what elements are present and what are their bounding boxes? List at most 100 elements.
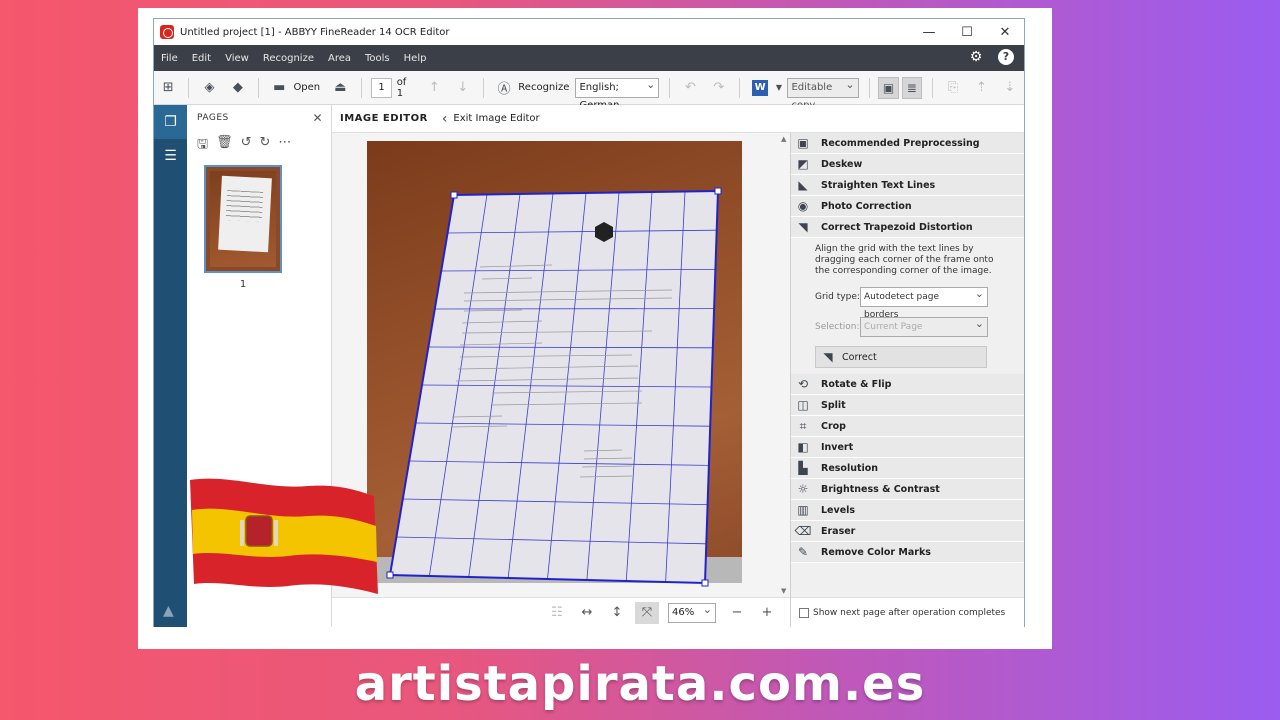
- image-editor-header: IMAGE EDITOR ‹ Exit Image Editor: [332, 105, 1024, 133]
- tool-recommended-preprocessing[interactable]: ▣ Recommended Preprocessing: [791, 133, 1024, 154]
- tool-label: Crop: [821, 420, 846, 432]
- corner-handle-top-left[interactable]: [450, 191, 458, 199]
- toolbar-divider: [482, 77, 484, 98]
- tool-levels[interactable]: ▥ Levels: [791, 500, 1024, 521]
- list-view-icon[interactable]: ☰: [154, 139, 187, 173]
- chevron-down-icon[interactable]: ▼: [774, 79, 783, 97]
- zoom-select[interactable]: 46%: [668, 601, 716, 623]
- maximize-button[interactable]: ☐: [948, 19, 986, 45]
- tool-label: Eraser: [821, 525, 856, 537]
- exit-image-editor-link[interactable]: Exit Image Editor: [453, 113, 539, 124]
- fit-width-icon[interactable]: ↔: [575, 605, 599, 620]
- menu-help[interactable]: Help: [397, 53, 434, 64]
- chevron-left-icon[interactable]: ‹: [442, 111, 448, 127]
- tool-eraser[interactable]: ⌫ Eraser: [791, 521, 1024, 542]
- toolbar-divider: [258, 77, 260, 98]
- fit-height-icon[interactable]: ↕: [605, 605, 629, 620]
- show-next-page-checkbox[interactable]: [799, 607, 809, 618]
- scroll-up-icon[interactable]: ▲: [781, 135, 786, 143]
- tool-crop[interactable]: ⌗ Crop: [791, 416, 1024, 437]
- rotate-left-icon[interactable]: ↺: [241, 135, 252, 157]
- image-view-icon[interactable]: ▣: [878, 76, 899, 99]
- output-mode-select[interactable]: Editable copy: [787, 76, 859, 111]
- tool-label: Rotate & Flip: [821, 378, 892, 390]
- tool-label: Invert: [821, 441, 854, 453]
- tool-rotate-flip[interactable]: ⟲ Rotate & Flip: [791, 374, 1024, 395]
- crop-icon: ⌗: [799, 418, 807, 433]
- language-select[interactable]: English; German: [575, 76, 660, 111]
- invert-icon: ◧: [797, 440, 809, 454]
- recognize-button[interactable]: Recognize: [518, 82, 569, 93]
- add-pages-icon[interactable]: ◈: [201, 79, 217, 97]
- minimize-button[interactable]: —: [910, 19, 948, 45]
- corner-handle-top-right[interactable]: [714, 187, 722, 195]
- trash-icon[interactable]: 🗑: [216, 135, 233, 157]
- menu-area[interactable]: Area: [321, 53, 358, 64]
- tool-deskew[interactable]: ◩ Deskew: [791, 154, 1024, 175]
- image-canvas[interactable]: [332, 133, 790, 597]
- arrow-up-icon[interactable]: ↑: [426, 79, 442, 97]
- redo-icon[interactable]: ↷: [711, 79, 727, 97]
- page-up-icon[interactable]: ⇡: [973, 79, 989, 97]
- fit-page-icon[interactable]: ⤧: [635, 601, 659, 624]
- text-view-icon[interactable]: ≣: [901, 76, 922, 99]
- scan-icon[interactable]: ⏏: [332, 79, 348, 97]
- menu-bar: File Edit View Recognize Area Tools Help…: [154, 45, 1024, 71]
- menu-file[interactable]: File: [154, 53, 185, 64]
- tool-invert[interactable]: ◧ Invert: [791, 437, 1024, 458]
- corner-handle-bottom-left[interactable]: [386, 571, 394, 579]
- arrow-down-icon[interactable]: ↓: [455, 79, 471, 97]
- close-icon[interactable]: ✕: [312, 111, 323, 125]
- undo-icon[interactable]: ↶: [682, 79, 698, 97]
- tool-straighten-text-lines[interactable]: ◣ Straighten Text Lines: [791, 175, 1024, 196]
- tool-split[interactable]: ◫ Split: [791, 395, 1024, 416]
- tool-label: Straighten Text Lines: [821, 179, 936, 191]
- menu-view[interactable]: View: [218, 53, 256, 64]
- tool-label: Brightness & Contrast: [821, 483, 940, 495]
- word-export-icon[interactable]: W: [752, 79, 769, 97]
- tool-brightness-contrast[interactable]: ☼ Brightness & Contrast: [791, 479, 1024, 500]
- camera-icon: ◉: [797, 199, 809, 213]
- menu-recognize[interactable]: Recognize: [256, 53, 321, 64]
- title-bar: Untitled project [1] - ABBYY FineReader …: [154, 19, 1024, 45]
- corner-handle-bottom-right[interactable]: [701, 579, 709, 587]
- zoom-in-icon[interactable]: +: [755, 605, 779, 620]
- rotate-right-icon[interactable]: ↻: [260, 135, 271, 157]
- selection-select[interactable]: Current Page: [860, 315, 988, 337]
- grid-type-select[interactable]: Autodetect page borders: [860, 285, 988, 320]
- tool-correct-trapezoid-distortion[interactable]: ◥ Correct Trapezoid Distortion: [791, 217, 1024, 238]
- page-number-input[interactable]: 1: [371, 77, 392, 98]
- split-icon: ◫: [797, 398, 809, 412]
- open-button[interactable]: Open: [293, 82, 320, 93]
- close-button[interactable]: ✕: [986, 19, 1024, 45]
- save-icon[interactable]: 🖫: [197, 135, 208, 157]
- tool-label: Remove Color Marks: [821, 546, 931, 558]
- help-icon[interactable]: ?: [998, 49, 1014, 65]
- tool-remove-color-marks[interactable]: ✎ Remove Color Marks: [791, 542, 1024, 563]
- page-thumbnail[interactable]: [204, 165, 282, 273]
- warning-icon[interactable]: ▲: [163, 603, 174, 619]
- list-icon[interactable]: ☷: [545, 605, 569, 620]
- pages-view-icon[interactable]: ❐: [154, 105, 187, 139]
- canvas-scrollbar[interactable]: ▲ ▼: [780, 133, 790, 597]
- trapezoid-grid[interactable]: [332, 133, 790, 597]
- correct-button[interactable]: ◥ Correct: [815, 346, 987, 368]
- page-down-icon[interactable]: ⇣: [1002, 79, 1018, 97]
- zoom-out-icon[interactable]: −: [725, 605, 749, 620]
- menu-tools[interactable]: Tools: [358, 53, 397, 64]
- toolbar-divider: [669, 77, 671, 98]
- page-settings-icon[interactable]: ⎘: [945, 79, 961, 97]
- layers-icon[interactable]: ◆: [230, 79, 246, 97]
- folder-icon[interactable]: ▬: [271, 79, 287, 97]
- page-count: of 1: [396, 76, 407, 99]
- recognize-icon[interactable]: Ⓐ: [496, 79, 512, 97]
- scroll-down-icon[interactable]: ▼: [781, 587, 786, 595]
- tool-resolution[interactable]: ▙ Resolution: [791, 458, 1024, 479]
- more-icon[interactable]: ⋯: [278, 135, 291, 157]
- menu-edit[interactable]: Edit: [185, 53, 218, 64]
- tool-photo-correction[interactable]: ◉ Photo Correction: [791, 196, 1024, 217]
- new-task-icon[interactable]: ⊞: [160, 79, 176, 97]
- gear-icon[interactable]: ⚙: [968, 49, 984, 65]
- rotate-icon: ⟲: [797, 377, 809, 391]
- tool-label: Split: [821, 399, 846, 411]
